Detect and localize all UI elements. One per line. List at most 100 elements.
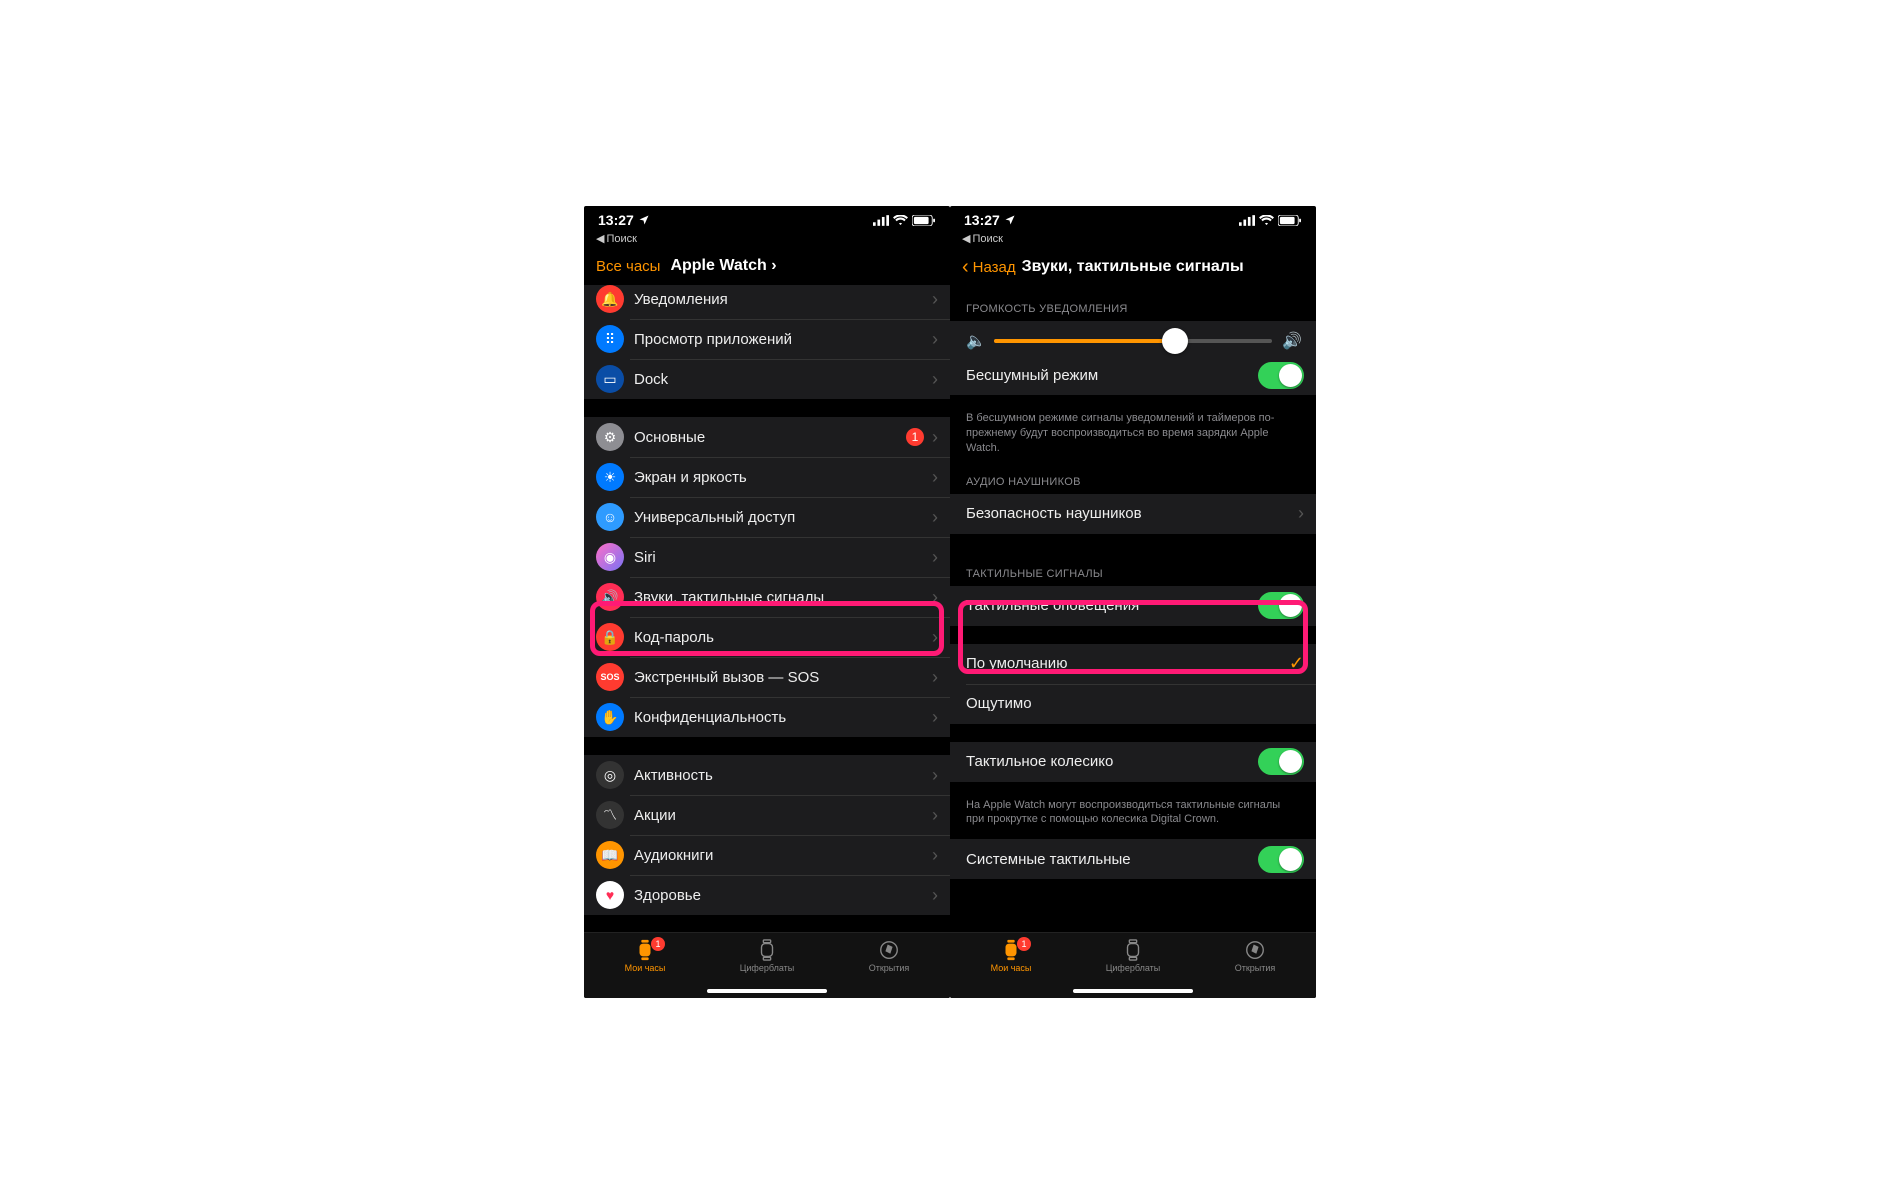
row-label: Тактильные оповещения [966, 597, 1258, 614]
chevron-right-icon: › [932, 289, 938, 310]
row-accessibility[interactable]: ☺ Универсальный доступ › [584, 497, 950, 537]
row-silent-mode[interactable]: Бесшумный режим [950, 355, 1316, 395]
settings-group-2: ⚙ Основные 1 › ☀ Экран и яркость › ☺ Уни… [584, 417, 950, 737]
book-icon: 📖 [596, 841, 624, 869]
row-audiobooks[interactable]: 📖 Аудиокниги › [584, 835, 950, 875]
row-label: Экстренный вызов — SOS [634, 669, 932, 686]
settings-group-3: ◎ Активность › 〽 Акции › 📖 Аудиокниги › … [584, 755, 950, 915]
tab-my-watch[interactable]: 1 Мои часы [950, 933, 1072, 998]
row-label: Звуки, тактильные сигналы [634, 589, 932, 606]
cellular-icon [1239, 215, 1255, 226]
row-label: Тактильное колесико [966, 753, 1258, 770]
row-passcode[interactable]: 🔒 Код-пароль › [584, 617, 950, 657]
row-haptic-alerts[interactable]: Тактильные оповещения [950, 586, 1316, 626]
tab-label: Мои часы [991, 963, 1032, 973]
toggle-silent[interactable] [1258, 362, 1304, 389]
chevron-right-icon: › [932, 885, 938, 906]
tab-label: Открытия [1235, 963, 1276, 973]
location-icon [1004, 214, 1016, 226]
gear-icon: ⚙ [596, 423, 624, 451]
slider-thumb[interactable] [1162, 328, 1188, 354]
home-indicator[interactable] [1073, 989, 1193, 993]
accessibility-icon: ☺ [596, 503, 624, 531]
settings-scroll[interactable]: 🔔 Уведомления › ⠿ Просмотр приложений › … [584, 285, 950, 932]
row-label: Dock [634, 371, 932, 388]
row-label: Уведомления [634, 291, 932, 308]
row-crown-haptics[interactable]: Тактильное колесико [950, 742, 1316, 782]
battery-icon [1278, 215, 1302, 226]
nav-header: Все часы Apple Watch › [584, 251, 950, 285]
badge-count: 1 [906, 428, 924, 446]
row-dock[interactable]: ▭ Dock › [584, 359, 950, 399]
toggle-haptic-alerts[interactable] [1258, 592, 1304, 619]
row-label: Аудиокниги [634, 847, 932, 864]
back-button[interactable]: Назад [973, 259, 1016, 276]
row-sos[interactable]: SOS Экстренный вызов — SOS › [584, 657, 950, 697]
row-display[interactable]: ☀ Экран и яркость › [584, 457, 950, 497]
row-privacy[interactable]: ✋ Конфиденциальность › [584, 697, 950, 737]
row-default[interactable]: По умолчанию ✓ [950, 644, 1316, 684]
row-label: Код-пароль [634, 629, 932, 646]
row-sounds-haptics[interactable]: 🔊 Звуки, тактильные сигналы › [584, 577, 950, 617]
hand-icon: ✋ [596, 703, 624, 731]
brightness-icon: ☀ [596, 463, 624, 491]
lock-icon: 🔒 [596, 623, 624, 651]
heart-icon: ♥ [596, 881, 624, 909]
chevron-right-icon: › [932, 587, 938, 608]
dock-icon: ▭ [596, 365, 624, 393]
toggle-crown[interactable] [1258, 748, 1304, 775]
row-app-layout[interactable]: ⠿ Просмотр приложений › [584, 319, 950, 359]
tab-label: Циферблаты [1106, 963, 1161, 973]
group-haptic-alerts: Тактильные оповещения [950, 586, 1316, 626]
activity-icon: ◎ [596, 761, 624, 789]
row-prominent[interactable]: Ощутимо [950, 684, 1316, 724]
tab-discover[interactable]: Открытия [828, 933, 950, 998]
row-label: Универсальный доступ [634, 509, 932, 526]
tab-label: Мои часы [625, 963, 666, 973]
home-indicator[interactable] [707, 989, 827, 993]
toggle-system[interactable] [1258, 846, 1304, 873]
volume-low-icon: 🔈 [966, 331, 984, 351]
group-system: Системные тактильные [950, 839, 1316, 879]
wifi-icon [1259, 215, 1274, 226]
row-activity[interactable]: ◎ Активность › [584, 755, 950, 795]
location-icon [638, 214, 650, 226]
tab-label: Циферблаты [740, 963, 795, 973]
row-label: По умолчанию [966, 655, 1289, 672]
chevron-left-icon[interactable]: ‹ [962, 257, 969, 277]
row-label: Активность [634, 767, 932, 784]
group-haptic-strength: По умолчанию ✓ Ощутимо [950, 644, 1316, 724]
row-headphone-safety[interactable]: Безопасность наушников › [950, 494, 1316, 534]
stocks-icon: 〽 [596, 801, 624, 829]
watchface-icon [755, 939, 779, 961]
status-bar: 13:27 [950, 206, 1316, 230]
row-label: Siri [634, 549, 932, 566]
tab-badge: 1 [1017, 937, 1031, 951]
chevron-right-icon: › [932, 547, 938, 568]
row-label: Системные тактильные [966, 851, 1258, 868]
chevron-right-icon: › [932, 627, 938, 648]
settings-group-1: 🔔 Уведомления › ⠿ Просмотр приложений › … [584, 285, 950, 399]
chevron-right-icon: › [932, 507, 938, 528]
row-siri[interactable]: ◉ Siri › [584, 537, 950, 577]
row-label: Акции [634, 807, 932, 824]
row-label: Основные [634, 429, 906, 446]
section-footer-crown: На Apple Watch могут воспроизводиться та… [950, 792, 1316, 832]
tab-my-watch[interactable]: 1 Мои часы [584, 933, 706, 998]
sounds-scroll[interactable]: ГРОМКОСТЬ УВЕДОМЛЕНИЯ 🔈 🔊 Бесшумный режи… [950, 287, 1316, 932]
section-header-haptic: ТАКТИЛЬНЫЕ СИГНАЛЫ [950, 552, 1316, 586]
all-watches-link[interactable]: Все часы [596, 258, 660, 275]
nav-header: ‹ Назад Звуки, тактильные сигналы [950, 251, 1316, 287]
volume-slider[interactable] [994, 339, 1272, 343]
row-health[interactable]: ♥ Здоровье › [584, 875, 950, 915]
row-stocks[interactable]: 〽 Акции › [584, 795, 950, 835]
row-general[interactable]: ⚙ Основные 1 › [584, 417, 950, 457]
row-system-haptics[interactable]: Системные тактильные [950, 839, 1316, 879]
speaker-icon: 🔊 [596, 583, 624, 611]
tab-discover[interactable]: Открытия [1194, 933, 1316, 998]
row-notifications[interactable]: 🔔 Уведомления › [584, 285, 950, 319]
screenshot-right-sounds-haptics: 13:27 ◀ Поиск ‹ Назад Звуки, тактильные … [950, 206, 1316, 998]
battery-icon [912, 215, 936, 226]
back-to-search[interactable]: ◀ Поиск [584, 230, 950, 251]
back-to-search[interactable]: ◀ Поиск [950, 230, 1316, 251]
